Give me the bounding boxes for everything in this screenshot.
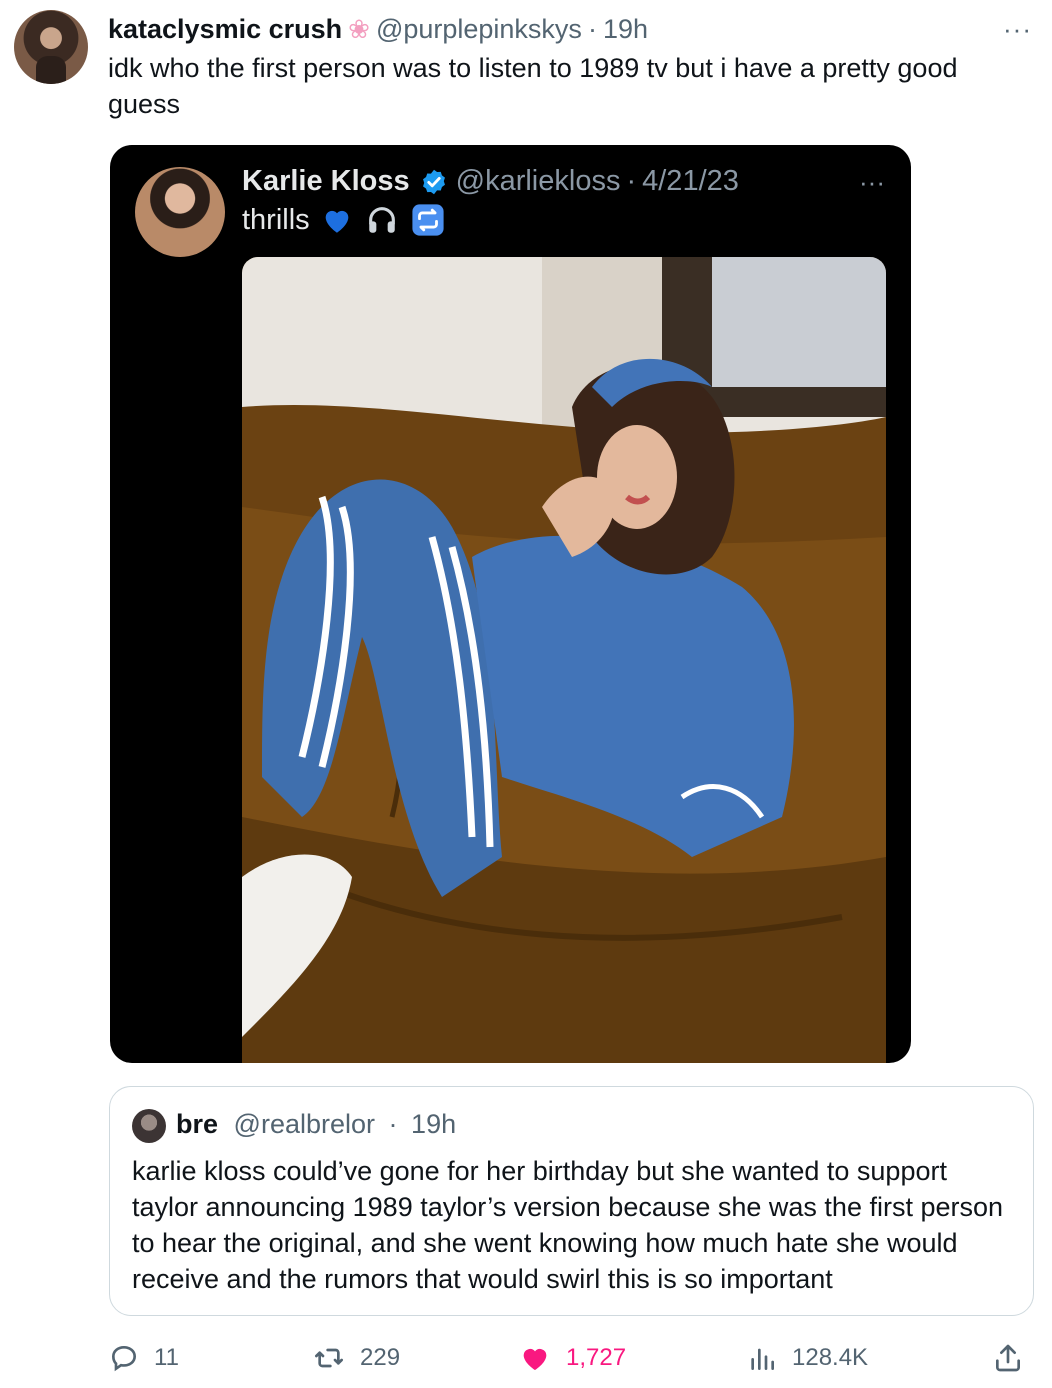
quoted-tweet-header: bre @realbrelor · 19h xyxy=(176,1109,456,1140)
embedded-tweet-text-row: thrills xyxy=(242,203,446,237)
heart-icon xyxy=(518,1342,552,1374)
quoted-author-avatar[interactable] xyxy=(132,1109,166,1143)
flower-icon: ❀ xyxy=(348,13,370,44)
embedded-author-handle[interactable]: @karliekloss xyxy=(456,165,621,198)
views-button[interactable]: 128.4K xyxy=(746,1338,868,1378)
repost-button[interactable]: 229 xyxy=(312,1338,400,1378)
view-count: 128.4K xyxy=(792,1344,869,1371)
more-options-icon[interactable]: ··· xyxy=(1003,14,1032,45)
share-icon xyxy=(992,1342,1024,1374)
author-display-name[interactable]: kataclysmic crush xyxy=(108,14,342,45)
quoted-separator: · xyxy=(388,1109,398,1139)
tweet-photo[interactable] xyxy=(242,257,886,1063)
author-handle[interactable]: @purplepinkskys xyxy=(376,14,582,45)
embedded-separator: · xyxy=(626,165,637,197)
headphones-icon xyxy=(364,203,400,237)
reply-button[interactable]: 11 xyxy=(108,1338,179,1378)
embedded-tweet-text: thrills xyxy=(242,203,310,236)
photo-illustration xyxy=(242,257,886,1063)
embedded-author-display-name[interactable]: Karlie Kloss xyxy=(242,165,410,198)
tweet-text: idk who the first person was to listen t… xyxy=(108,53,958,119)
repost-icon xyxy=(312,1342,346,1374)
repost-count: 229 xyxy=(360,1344,401,1371)
repeat-icon xyxy=(410,203,446,237)
quoted-tweet[interactable]: bre @realbrelor · 19h karlie kloss could… xyxy=(109,1086,1034,1316)
quoted-author-handle[interactable]: @realbrelor xyxy=(234,1109,375,1139)
embedded-more-icon[interactable]: ··· xyxy=(859,167,885,198)
quoted-tweet-text: karlie kloss could’ve gone for her birth… xyxy=(132,1156,1004,1294)
header-separator: · xyxy=(587,13,597,44)
embedded-tweet-header: Karlie Kloss @karliekloss · 4/21/23 xyxy=(242,165,739,198)
action-bar: 11 229 1,727 128.4K xyxy=(0,1338,1052,1378)
embedded-tweet-card[interactable]: Karlie Kloss @karliekloss · 4/21/23 ··· … xyxy=(110,145,911,1063)
analytics-icon xyxy=(746,1342,778,1374)
embedded-date[interactable]: 4/21/23 xyxy=(642,165,739,198)
tweet-timestamp[interactable]: 19h xyxy=(603,14,648,45)
reply-count: 11 xyxy=(154,1344,179,1371)
reply-icon xyxy=(108,1342,140,1374)
like-button[interactable]: 1,727 xyxy=(518,1338,626,1378)
share-button[interactable] xyxy=(992,1338,1024,1378)
author-avatar[interactable] xyxy=(14,10,88,84)
quoted-timestamp[interactable]: 19h xyxy=(411,1109,456,1139)
quoted-author-display-name[interactable]: bre xyxy=(176,1109,218,1139)
tweet-header: kataclysmic crush ❀ @purplepinkskys · 19… xyxy=(108,12,648,46)
verified-badge-icon xyxy=(420,168,448,196)
like-count: 1,727 xyxy=(566,1344,627,1371)
blue-heart-icon xyxy=(320,203,354,237)
embedded-author-avatar[interactable] xyxy=(135,167,225,257)
